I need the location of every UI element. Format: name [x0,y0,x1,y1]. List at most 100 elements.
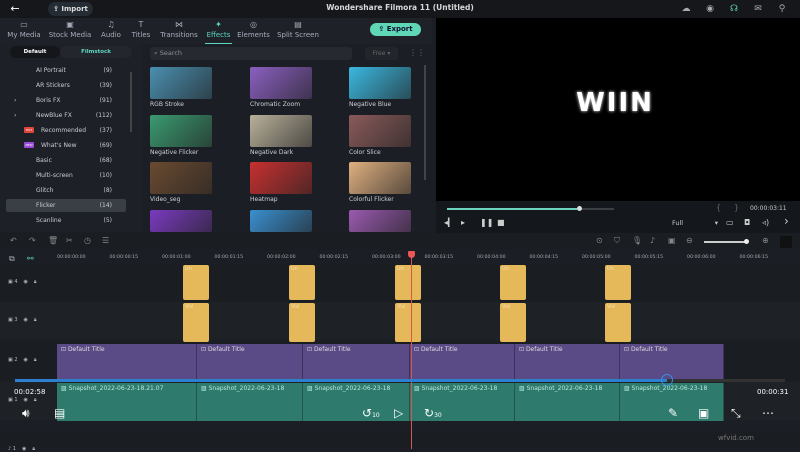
video-clip[interactable]: ▨ Snapshot_2022-06-23-18 [515,383,620,421]
snapshot-icon[interactable]: ◘ [744,218,750,227]
effect-clip[interactable]: Vid [500,303,526,342]
playhead-handle[interactable] [408,251,415,258]
effect-clip[interactable]: Vid [183,303,209,342]
category-item[interactable]: › NewBlue FX (112) [6,109,126,122]
category-item[interactable]: AI Portrait (9) [6,64,126,77]
category-item[interactable]: Multi-screen (10) [6,169,126,182]
monitor-icon[interactable]: ▭ [726,218,734,227]
tab-elements[interactable]: ◎ Elements [237,18,270,44]
title-clip[interactable]: ⊡ Default Title [303,344,410,380]
volume-icon[interactable]: 🔊︎ [22,406,30,421]
playhead[interactable] [411,252,412,449]
effect-thumbnail[interactable] [150,162,212,194]
expand-arrow-icon[interactable]: › [14,109,16,122]
effect-clip[interactable]: Un [289,265,315,300]
volume-icon[interactable]: ◃) [762,218,769,227]
next-frame-icon[interactable]: ▸ [461,218,465,227]
category-item[interactable]: HOT Recommended (37) [6,124,126,137]
segment-filmstock[interactable]: Filmstock [60,46,132,58]
cloud-icon[interactable]: ☁ [680,3,692,15]
lock-icon[interactable]: 🔒︎ [34,317,37,323]
title-clip[interactable]: ⊡ Default Title [57,344,197,380]
delete-icon[interactable]: 🗑 [48,236,58,245]
grid-view-icon[interactable]: ⋮⋮ [409,48,425,57]
effect-thumbnail[interactable] [349,67,411,99]
zoom-slider[interactable] [704,241,748,243]
effect-clip[interactable]: Un [395,265,421,300]
effect-thumbnail[interactable] [250,67,312,99]
mark-out-icon[interactable]: } [734,203,739,212]
visibility-icon[interactable]: ◉ [24,317,28,323]
effect-thumbnail[interactable] [349,210,411,232]
effect-thumbnail[interactable] [349,115,411,147]
effect-clip[interactable]: Vid [605,303,631,342]
tab-stock-media[interactable]: ▣ Stock Media [47,18,93,44]
tab-effects[interactable]: ✦ Effects [205,18,232,44]
visibility-icon[interactable]: ◉ [24,397,28,403]
visibility-icon[interactable]: ◉ [22,446,26,452]
add-track-icon[interactable]: ⧉ [9,254,15,264]
headset-icon[interactable]: ☊ [728,3,740,15]
video-clip[interactable]: ▨ Snapshot_2022-06-23-18 [197,383,303,421]
expand-arrow-icon[interactable]: › [14,94,16,107]
back-arrow-icon[interactable]: ← [6,2,24,16]
adjust-icon[interactable]: ☰ [102,236,109,245]
zoom-out-icon[interactable]: ⊖ [686,236,693,245]
marker-icon[interactable]: ⛉ [614,236,620,246]
search-input[interactable]: ⌕ Search [150,47,352,60]
tab-audio[interactable]: ♫ Audio [98,18,124,44]
prev-frame-icon[interactable]: ◂▎ [444,218,454,227]
import-button[interactable]: ⇪ Import [48,2,93,16]
subtitle-icon[interactable]: ▣ [668,236,676,245]
layout-icon[interactable] [780,236,792,248]
visibility-icon[interactable]: ◉ [24,357,28,363]
segment-default[interactable]: Default [10,46,60,58]
effect-clip[interactable]: Un [500,265,526,300]
effect-clip[interactable]: Un [605,265,631,300]
zoom-slider-handle[interactable] [744,239,749,244]
stop-icon[interactable]: ■ [497,218,505,227]
undo-icon[interactable]: ↶ [10,236,17,245]
preview-seek-handle[interactable] [577,206,582,211]
export-button[interactable]: ⇪ Export [370,23,421,36]
effect-thumbnail[interactable] [250,115,312,147]
lock-icon[interactable]: 🔒︎ [34,397,37,403]
edit-pencil-icon[interactable]: ✎ [668,406,678,420]
lock-icon[interactable]: 🔒︎ [32,446,35,452]
category-item[interactable]: › Boris FX (91) [6,94,126,107]
category-item[interactable]: Flicker (14) [6,199,126,212]
fullscreen-icon[interactable]: › [784,214,789,228]
category-item[interactable]: Basic (68) [6,154,126,167]
quality-dropdown[interactable]: Full ▾ [672,219,718,227]
category-scrollbar[interactable] [130,72,132,132]
skip-forward-button[interactable]: ↻30 [424,406,442,420]
skip-back-button[interactable]: ↺10 [362,406,380,420]
mail-icon[interactable]: ✉ [752,3,764,15]
video-clip[interactable]: ▨ Snapshot_2022-06-23-18.21.07 [57,383,197,421]
effect-thumbnail[interactable] [150,210,212,232]
user-icon[interactable]: ⚲ [776,3,788,15]
filter-dropdown[interactable]: Free ▾ [365,47,398,60]
mic-icon[interactable]: 🎙 [632,236,642,245]
effect-clip[interactable]: Vid [289,303,315,342]
category-item[interactable]: NEW What's New (69) [6,139,126,152]
zoom-in-icon[interactable]: ⊕ [762,236,769,245]
account-icon[interactable]: ◉ [704,3,716,15]
visibility-icon[interactable]: ◉ [24,279,28,285]
effect-thumbnail[interactable] [349,162,411,194]
render-icon[interactable]: ⊙ [596,236,603,245]
category-item[interactable]: Glitch (8) [6,184,126,197]
grid-scrollbar[interactable] [424,65,426,180]
tab-transitions[interactable]: ⋈ Transitions [159,18,199,44]
minimize-icon[interactable]: ⤡ [731,406,741,421]
more-options-icon[interactable]: ⋯ [762,406,774,420]
tab-my-media[interactable]: ▭ My Media [6,18,42,44]
mark-in-icon[interactable]: { [716,203,721,212]
effect-thumbnail[interactable] [150,67,212,99]
link-icon[interactable]: ⚯ [27,254,34,263]
captions-icon[interactable]: ▤ [54,406,65,420]
speed-icon[interactable]: ◷ [84,236,91,245]
title-clip[interactable]: ⊡ Default Title [410,344,515,380]
pause-icon[interactable]: ❚❚ [480,218,493,227]
play-icon[interactable]: ▷ [394,406,403,420]
